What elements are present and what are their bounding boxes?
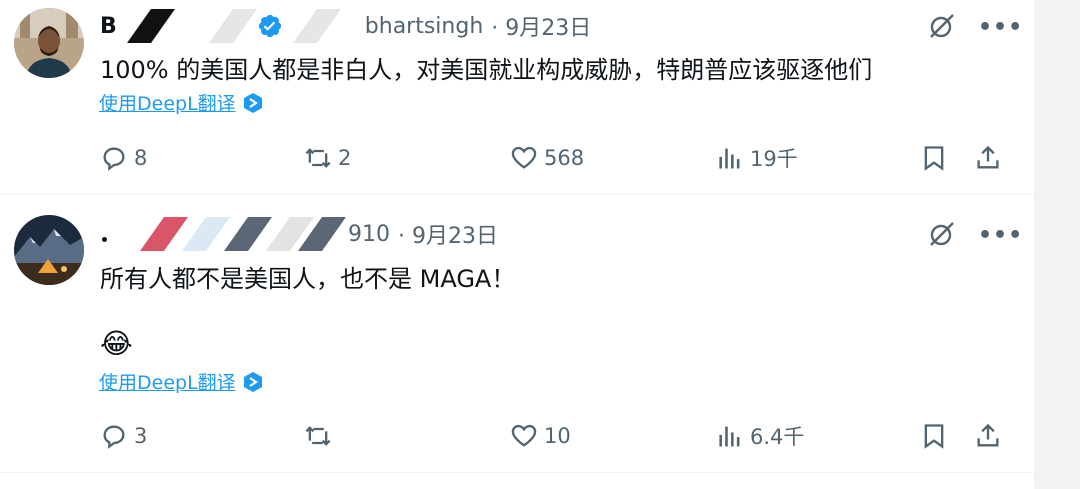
- tweet-menu: •••: [928, 220, 1023, 252]
- views-button[interactable]: 19千: [716, 140, 798, 176]
- views-count: 19千: [750, 147, 798, 171]
- grok-icon[interactable]: [928, 220, 956, 252]
- avatar[interactable]: [14, 8, 84, 78]
- bookmark-icon: [924, 424, 944, 449]
- share-button[interactable]: [974, 140, 1002, 176]
- like-count: 10: [544, 424, 571, 448]
- tweet-2[interactable]: 910 · 9月23日 ••• 所有人都不是美国人，也不是 MAGA！ 😂 使用…: [0, 195, 1034, 472]
- author-name[interactable]: B: [100, 14, 117, 39]
- page-gutter: [1034, 0, 1080, 489]
- reply-count: 8: [134, 146, 148, 170]
- verified-badge-icon: [257, 13, 283, 45]
- tweet-emoji: 😂: [100, 327, 133, 360]
- tweet-1[interactable]: B bhartsingh · 9月23日 ••• 100% 的美国人都是非白人，…: [0, 0, 1034, 194]
- retweet-icon: [305, 148, 331, 168]
- tweet-actions: 8 2 568 19千: [100, 140, 1010, 176]
- views-icon: [719, 426, 740, 447]
- retweet-button[interactable]: 2: [304, 140, 351, 176]
- retweet-count: 2: [338, 146, 352, 170]
- translate-link[interactable]: 使用DeepL翻译: [99, 89, 264, 116]
- tweet-header: B bhartsingh · 9月23日: [100, 9, 591, 43]
- tweet-date[interactable]: · 9月23日: [491, 10, 591, 42]
- heart-icon: [511, 146, 537, 169]
- author-handle[interactable]: 910: [348, 222, 390, 247]
- reply-button[interactable]: 3: [100, 418, 147, 454]
- author-handle[interactable]: bhartsingh: [365, 14, 484, 39]
- tweet-date[interactable]: · 9月23日: [398, 218, 498, 250]
- share-button[interactable]: [974, 418, 1002, 454]
- deepl-icon: [243, 92, 262, 113]
- tweet-text: 100% 的美国人都是非白人，对美国就业构成威胁，特朗普应该驱逐他们: [100, 56, 873, 84]
- more-options-icon[interactable]: •••: [978, 17, 1023, 39]
- reply-icon: [103, 147, 125, 171]
- tweet-text: 所有人都不是美国人，也不是 MAGA！: [100, 265, 516, 293]
- views-icon: [719, 148, 740, 169]
- tweet-actions: 3 10 6.4千: [100, 418, 1010, 454]
- bookmark-button[interactable]: [920, 418, 948, 454]
- share-icon: [977, 145, 999, 169]
- tweet-divider: [0, 472, 1034, 473]
- more-options-icon[interactable]: •••: [978, 225, 1023, 247]
- redacted-name: [100, 217, 346, 251]
- redacted-name: [117, 9, 363, 43]
- reply-icon: [103, 425, 125, 449]
- retweet-button[interactable]: [304, 418, 338, 454]
- deepl-icon: [243, 371, 262, 392]
- translate-label[interactable]: 使用DeepL翻译: [99, 368, 236, 395]
- tweet-menu: •••: [928, 12, 1023, 44]
- views-button[interactable]: 6.4千: [716, 418, 804, 454]
- translate-label[interactable]: 使用DeepL翻译: [99, 89, 236, 116]
- reply-count: 3: [134, 424, 148, 448]
- heart-icon: [511, 424, 537, 447]
- retweet-icon: [305, 426, 331, 446]
- like-button[interactable]: 10: [510, 418, 571, 454]
- translate-link[interactable]: 使用DeepL翻译: [99, 368, 264, 395]
- views-count: 6.4千: [750, 425, 805, 449]
- like-count: 568: [544, 146, 585, 170]
- bookmark-button[interactable]: [920, 140, 948, 176]
- tweet-header: 910 · 9月23日: [100, 217, 498, 251]
- grok-icon[interactable]: [928, 12, 956, 44]
- avatar[interactable]: [14, 215, 84, 285]
- share-icon: [977, 423, 999, 447]
- bookmark-icon: [924, 146, 944, 171]
- reply-button[interactable]: 8: [100, 140, 147, 176]
- like-button[interactable]: 568: [510, 140, 584, 176]
